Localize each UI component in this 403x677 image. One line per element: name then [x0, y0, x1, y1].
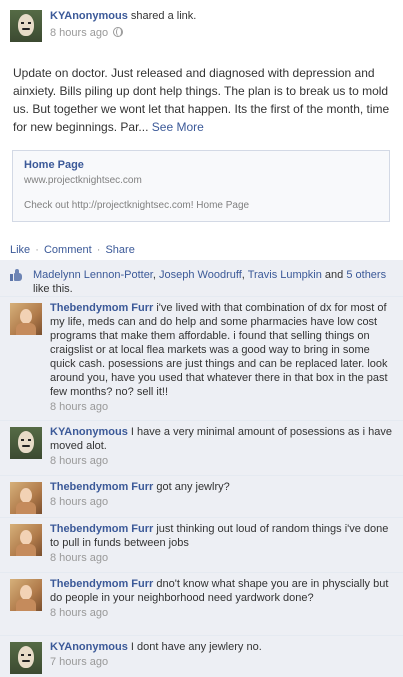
comment-time[interactable]: 8 hours ago — [50, 400, 395, 414]
comment-item: Thebendymom Furr got any jewlry? 8 hours… — [0, 475, 403, 517]
post-header: KYAnonymous shared a link. 8 hours ago — [10, 10, 400, 44]
comment-author[interactable]: Thebendymom Furr — [50, 578, 153, 590]
comment-body: Thebendymom Furr just thinking out loud … — [50, 522, 395, 565]
likes-summary: Madelynn Lennon-Potter, Joseph Woodruff,… — [10, 268, 395, 296]
commenter-avatar[interactable] — [10, 303, 42, 335]
comment-text: I dont have any jewlery no. — [130, 641, 262, 653]
comment-time[interactable]: 8 hours ago — [50, 454, 395, 468]
post-time-line: 8 hours ago — [50, 27, 124, 39]
separator: · — [96, 244, 101, 256]
comment-link[interactable]: Comment — [44, 244, 92, 256]
comment-text: got any jewlry? — [156, 481, 230, 493]
share-link[interactable]: Share — [105, 244, 134, 256]
commenter-avatar[interactable] — [10, 482, 42, 514]
comment-body: Thebendymom Furr got any jewlry? 8 hours… — [50, 480, 395, 509]
commenter-avatar[interactable] — [10, 427, 42, 459]
comment-author[interactable]: KYAnonymous — [50, 426, 128, 438]
post-timestamp[interactable]: 8 hours ago — [50, 27, 108, 39]
comment-item: Thebendymom Furr just thinking out loud … — [0, 517, 403, 572]
comment-time[interactable]: 8 hours ago — [50, 495, 395, 509]
link-description: Check out http://projectknightsec.com! H… — [24, 200, 250, 211]
commenter-avatar[interactable] — [10, 524, 42, 556]
post-message: Update on doctor. Just released and diag… — [13, 64, 393, 136]
comment-item: Thebendymom Furr i've lived with that co… — [0, 296, 403, 420]
comment-author[interactable]: Thebendymom Furr — [50, 523, 153, 535]
post-action: shared a link. — [130, 10, 197, 22]
see-more-link[interactable]: See More — [152, 120, 204, 134]
link-url: www.projectknightsec.com — [24, 175, 142, 186]
like-link[interactable]: Like — [10, 244, 30, 256]
likes-others-link[interactable]: 5 others — [346, 269, 386, 281]
globe-icon — [113, 27, 124, 37]
comment-body: Thebendymom Furr dno't know what shape y… — [50, 577, 395, 620]
comment-time[interactable]: 7 hours ago — [50, 655, 395, 669]
post-author-name[interactable]: KYAnonymous — [50, 10, 128, 22]
comment-body: KYAnonymous I have a very minimal amount… — [50, 425, 395, 468]
comment-author[interactable]: Thebendymom Furr — [50, 302, 153, 314]
comment-text: i've lived with that combination of dx f… — [50, 302, 388, 398]
link-title[interactable]: Home Page — [24, 159, 378, 171]
liker-name[interactable]: Madelynn Lennon-Potter — [33, 269, 153, 281]
feedback-section: Madelynn Lennon-Potter, Joseph Woodruff,… — [0, 260, 403, 677]
comment-body: KYAnonymous I dont have any jewlery no. … — [50, 640, 395, 669]
likes-suffix: like this. — [33, 283, 73, 295]
liker-name[interactable]: Joseph Woodruff — [159, 269, 242, 281]
shared-link-card[interactable]: Home Page www.projectknightsec.com Check… — [12, 150, 390, 222]
liker-name[interactable]: Travis Lumpkin — [248, 269, 322, 281]
comment-time[interactable]: 8 hours ago — [50, 551, 395, 565]
likes-text: Madelynn Lennon-Potter, Joseph Woodruff,… — [33, 269, 387, 295]
post-actions: Like · Comment · Share — [10, 244, 135, 256]
comment-author[interactable]: Thebendymom Furr — [50, 481, 153, 493]
comment-item: KYAnonymous I dont have any jewlery no. … — [0, 635, 403, 677]
comment-time[interactable]: 8 hours ago — [50, 606, 395, 620]
comment-author[interactable]: KYAnonymous — [50, 641, 128, 653]
comment-item: KYAnonymous I have a very minimal amount… — [0, 420, 403, 475]
comment-body: Thebendymom Furr i've lived with that co… — [50, 301, 395, 414]
thumbs-up-icon — [10, 269, 23, 282]
post-author-line: KYAnonymous shared a link. — [50, 10, 196, 22]
author-avatar[interactable] — [10, 10, 42, 42]
commenter-avatar[interactable] — [10, 579, 42, 611]
separator: · — [35, 244, 39, 256]
commenter-avatar[interactable] — [10, 642, 42, 674]
likes-and: and — [324, 269, 344, 281]
comment-item: Thebendymom Furr dno't know what shape y… — [0, 572, 403, 635]
